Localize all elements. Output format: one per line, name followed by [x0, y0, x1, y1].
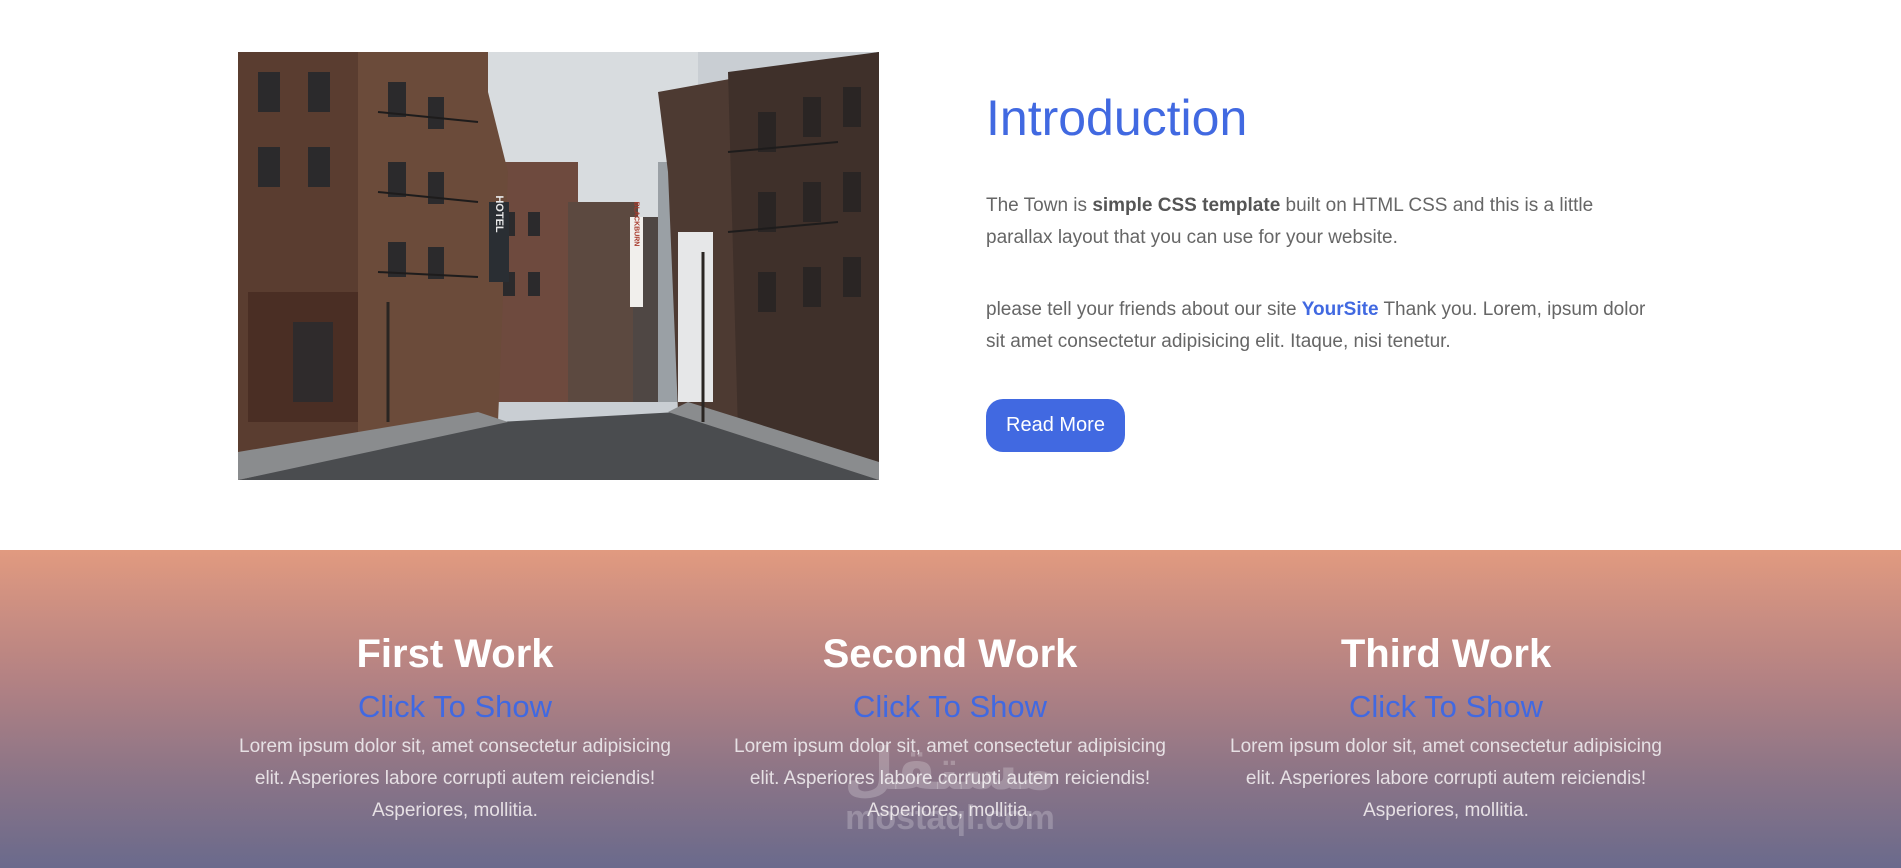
yoursite-link[interactable]: YourSite [1302, 299, 1379, 320]
intro-paragraph-1: The Town is simple CSS template built on… [986, 190, 1646, 254]
work-title: First Work [356, 632, 554, 676]
intro-title: Introduction [986, 90, 1248, 146]
intro-text-block: Introduction The Town is simple CSS temp… [986, 86, 1656, 452]
work-card-third: Third Work Click To Show Lorem ipsum dol… [1211, 630, 1681, 827]
intro-p2-prefix: please tell your friends about our site [986, 299, 1302, 320]
work-description: Lorem ipsum dolor sit, amet consectetur … [734, 736, 1166, 821]
town-street-photo: HOTEL BLACKBURN [238, 52, 879, 480]
read-more-button[interactable]: Read More [986, 399, 1125, 452]
hotel-sign-text: HOTEL [493, 195, 505, 233]
blackburn-sign-text: BLACKBURN [633, 202, 640, 247]
work-title: Third Work [1340, 632, 1552, 676]
work-description: Lorem ipsum dolor sit, amet consectetur … [239, 736, 671, 821]
work-title: Second Work [822, 632, 1078, 676]
works-section: First Work Click To Show Lorem ipsum dol… [0, 550, 1901, 868]
intro-p1-prefix: The Town is [986, 195, 1093, 216]
intro-section: HOTEL BLACKBURN Introduction The Town is… [0, 0, 1901, 550]
work-card-second: Second Work Click To Show Lorem ipsum do… [715, 630, 1185, 827]
town-street-image: HOTEL BLACKBURN [238, 52, 879, 480]
intro-paragraph-2: please tell your friends about our site … [986, 294, 1646, 358]
click-to-show-link[interactable]: Click To Show [1211, 688, 1681, 726]
work-description: Lorem ipsum dolor sit, amet consectetur … [1230, 736, 1662, 821]
click-to-show-link[interactable]: Click To Show [220, 688, 690, 726]
intro-p1-bold: simple CSS template [1092, 195, 1281, 216]
click-to-show-link[interactable]: Click To Show [715, 688, 1185, 726]
work-card-first: First Work Click To Show Lorem ipsum dol… [220, 630, 690, 827]
